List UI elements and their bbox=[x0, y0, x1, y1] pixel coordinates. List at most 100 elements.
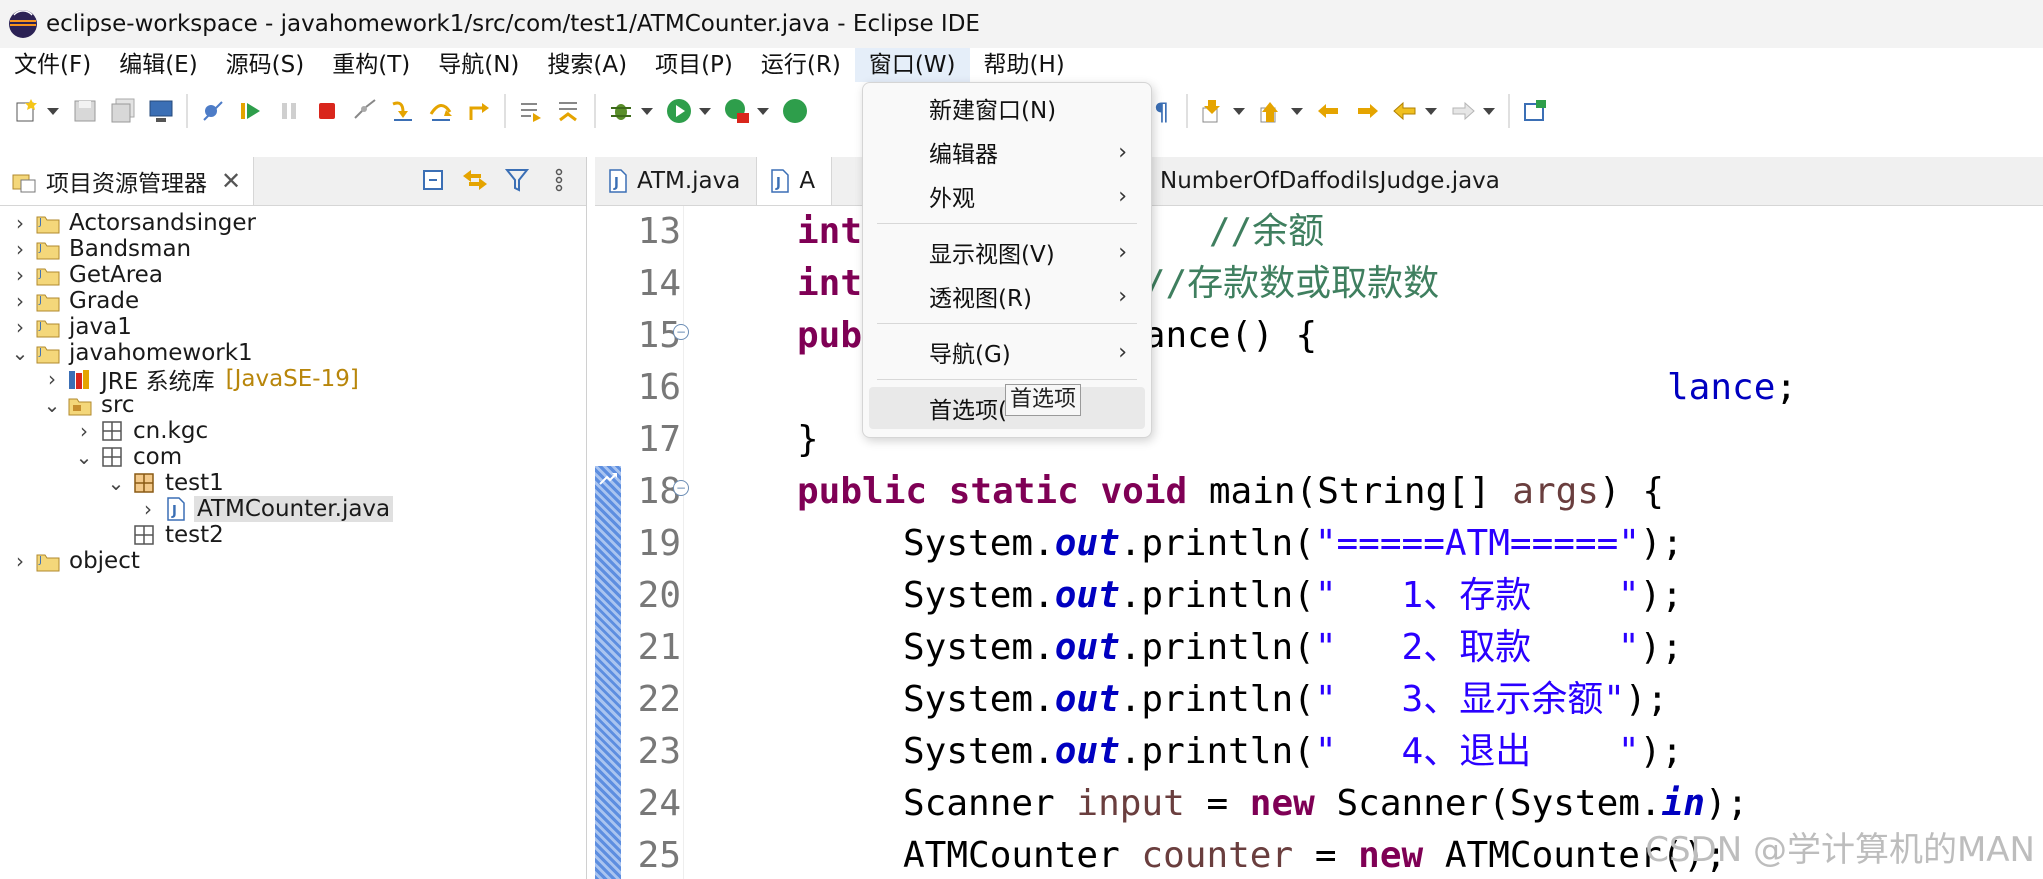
svg-text:J: J bbox=[38, 347, 42, 358]
last-edit-icon[interactable] bbox=[1314, 96, 1344, 126]
debug-icon[interactable] bbox=[606, 96, 636, 126]
back-icon[interactable] bbox=[1390, 96, 1420, 126]
back-edit-icon[interactable] bbox=[1352, 96, 1382, 126]
override-marker-icon bbox=[599, 473, 617, 485]
filter-icon[interactable] bbox=[502, 165, 532, 195]
coverage-dropdown-arrow[interactable] bbox=[756, 96, 770, 126]
fold-toggle-icon[interactable]: − bbox=[673, 324, 689, 340]
code-text: = bbox=[1184, 783, 1250, 824]
chevron-down-icon[interactable]: ⌄ bbox=[10, 336, 30, 370]
chevron-right-icon[interactable]: › bbox=[10, 544, 30, 578]
menu-item-label: 新建窗口(N) bbox=[929, 98, 1057, 124]
view-menu-icon[interactable] bbox=[544, 165, 574, 195]
coverage-icon[interactable] bbox=[722, 96, 752, 126]
java-project-icon: J bbox=[34, 547, 62, 575]
code-keyword: new bbox=[1249, 783, 1315, 824]
skip-breakpoints-icon[interactable] bbox=[198, 96, 228, 126]
use-step-filters-icon[interactable] bbox=[516, 96, 546, 126]
code-line-25: ATMCounter counter = new ATMCounter(); bbox=[903, 830, 1727, 879]
code-line-19: System.out.println("=====ATM====="); bbox=[903, 518, 1683, 570]
chevron-right-icon: › bbox=[1118, 139, 1127, 165]
drop-to-frame-icon[interactable] bbox=[554, 96, 584, 126]
line-number: 20 bbox=[637, 575, 681, 616]
run-dropdown-arrow[interactable] bbox=[698, 96, 712, 126]
code-text: .println( bbox=[1119, 523, 1315, 564]
chevron-down-icon[interactable]: ⌄ bbox=[74, 440, 94, 474]
code-text: .println( bbox=[1119, 575, 1315, 616]
tab-atm-java[interactable]: J ATM.java bbox=[595, 157, 758, 205]
step-into-icon[interactable] bbox=[388, 96, 418, 126]
menu-item-label: 透视图(R) bbox=[929, 286, 1032, 312]
forward-dropdown-arrow[interactable] bbox=[1482, 96, 1496, 126]
chevron-down-icon[interactable]: ⌄ bbox=[106, 466, 126, 500]
save-all-icon[interactable] bbox=[108, 96, 138, 126]
tab-numberofdaffodilsjudge-java[interactable]: NumberOfDaffodilsJudge.java bbox=[1148, 157, 1516, 205]
new-icon[interactable] bbox=[12, 96, 42, 126]
menu-item-show-view[interactable]: 显示视图(V) › bbox=[869, 231, 1145, 273]
menu-edit[interactable]: 编辑(E) bbox=[105, 48, 211, 82]
line-number: 17 bbox=[637, 419, 681, 460]
code-string: " 3、显示余额" bbox=[1314, 679, 1625, 720]
menu-search[interactable]: 搜索(A) bbox=[533, 48, 641, 82]
menu-item-perspective[interactable]: 透视图(R) › bbox=[869, 275, 1145, 317]
menu-separator bbox=[877, 379, 1137, 380]
new-dropdown-arrow[interactable] bbox=[46, 96, 60, 126]
code-editor[interactable]: 13 14 15 16 17 18 19 20 21 22 23 24 25 −… bbox=[595, 206, 2043, 879]
disconnect-icon[interactable] bbox=[350, 96, 380, 126]
run-icon[interactable] bbox=[664, 96, 694, 126]
menu-file[interactable]: 文件(F) bbox=[0, 48, 105, 82]
resume-icon[interactable] bbox=[236, 96, 266, 126]
code-line-22: System.out.println(" 3、显示余额"); bbox=[903, 674, 1668, 726]
link-with-editor-icon[interactable] bbox=[460, 165, 490, 195]
line-number: 25 bbox=[637, 835, 681, 876]
previous-annotation-icon[interactable] bbox=[1256, 96, 1286, 126]
menu-source[interactable]: 源码(S) bbox=[212, 48, 319, 82]
save-icon[interactable] bbox=[70, 96, 100, 126]
chevron-down-icon[interactable]: ⌄ bbox=[42, 388, 62, 422]
code-keyword: int bbox=[797, 211, 863, 252]
menu-item-label: 编辑器 bbox=[929, 142, 998, 168]
tab-atmcounter-java[interactable]: J A bbox=[757, 157, 833, 205]
chevron-right-icon: › bbox=[1118, 183, 1127, 209]
run-external-icon[interactable] bbox=[780, 96, 810, 126]
menu-item-appearance[interactable]: 外观 › bbox=[869, 175, 1145, 217]
open-perspective-icon[interactable] bbox=[1520, 96, 1550, 126]
collapse-all-icon[interactable] bbox=[418, 165, 448, 195]
step-return-icon[interactable] bbox=[464, 96, 494, 126]
close-icon[interactable]: ✕ bbox=[221, 167, 241, 195]
fold-toggle-icon[interactable]: − bbox=[673, 480, 689, 496]
next-annotation-icon[interactable] bbox=[1198, 96, 1228, 126]
watermark: CSDN @学计算机的MAN bbox=[1645, 830, 2035, 870]
code-text: System. bbox=[903, 627, 1055, 668]
back-dropdown-arrow[interactable] bbox=[1424, 96, 1438, 126]
menu-run[interactable]: 运行(R) bbox=[747, 48, 855, 82]
next-annotation-dropdown-arrow[interactable] bbox=[1232, 96, 1246, 126]
step-over-icon[interactable] bbox=[426, 96, 456, 126]
tab-project-explorer[interactable]: 项目资源管理器 ✕ bbox=[0, 157, 255, 205]
previous-annotation-dropdown-arrow[interactable] bbox=[1290, 96, 1304, 126]
terminate-icon[interactable] bbox=[312, 96, 342, 126]
menu-project[interactable]: 项目(P) bbox=[641, 48, 747, 82]
menu-item-navigation[interactable]: 导航(G) › bbox=[869, 331, 1145, 373]
tab-label: A bbox=[799, 168, 816, 194]
code-string: "=====ATM=====" bbox=[1314, 523, 1640, 564]
menu-item-label: 导航(G) bbox=[929, 342, 1011, 368]
forward-icon[interactable] bbox=[1448, 96, 1478, 126]
line-number: 13 bbox=[637, 211, 681, 252]
code-text: ); bbox=[1704, 783, 1749, 824]
menu-help[interactable]: 帮助(H) bbox=[970, 48, 1079, 82]
menu-bar: 文件(F) 编辑(E) 源码(S) 重构(T) 导航(N) 搜索(A) 项目(P… bbox=[0, 48, 2043, 82]
menu-item-new-window[interactable]: 新建窗口(N) bbox=[869, 87, 1145, 129]
suspend-icon[interactable] bbox=[274, 96, 304, 126]
menu-item-editor[interactable]: 编辑器 › bbox=[869, 131, 1145, 173]
terminal-icon[interactable] bbox=[146, 96, 176, 126]
menu-window[interactable]: 窗口(W) bbox=[854, 48, 970, 82]
menu-navigate[interactable]: 导航(N) bbox=[424, 48, 533, 82]
tree-item-object[interactable]: › J object bbox=[10, 544, 143, 578]
title-bar: eclipse-workspace - javahomework1/src/co… bbox=[0, 0, 2043, 48]
project-explorer-header: 项目资源管理器 ✕ bbox=[0, 157, 586, 206]
debug-dropdown-arrow[interactable] bbox=[640, 96, 654, 126]
window-title: eclipse-workspace - javahomework1/src/co… bbox=[46, 11, 980, 37]
code-keyword: pub bbox=[797, 315, 863, 356]
menu-refactor[interactable]: 重构(T) bbox=[318, 48, 424, 82]
